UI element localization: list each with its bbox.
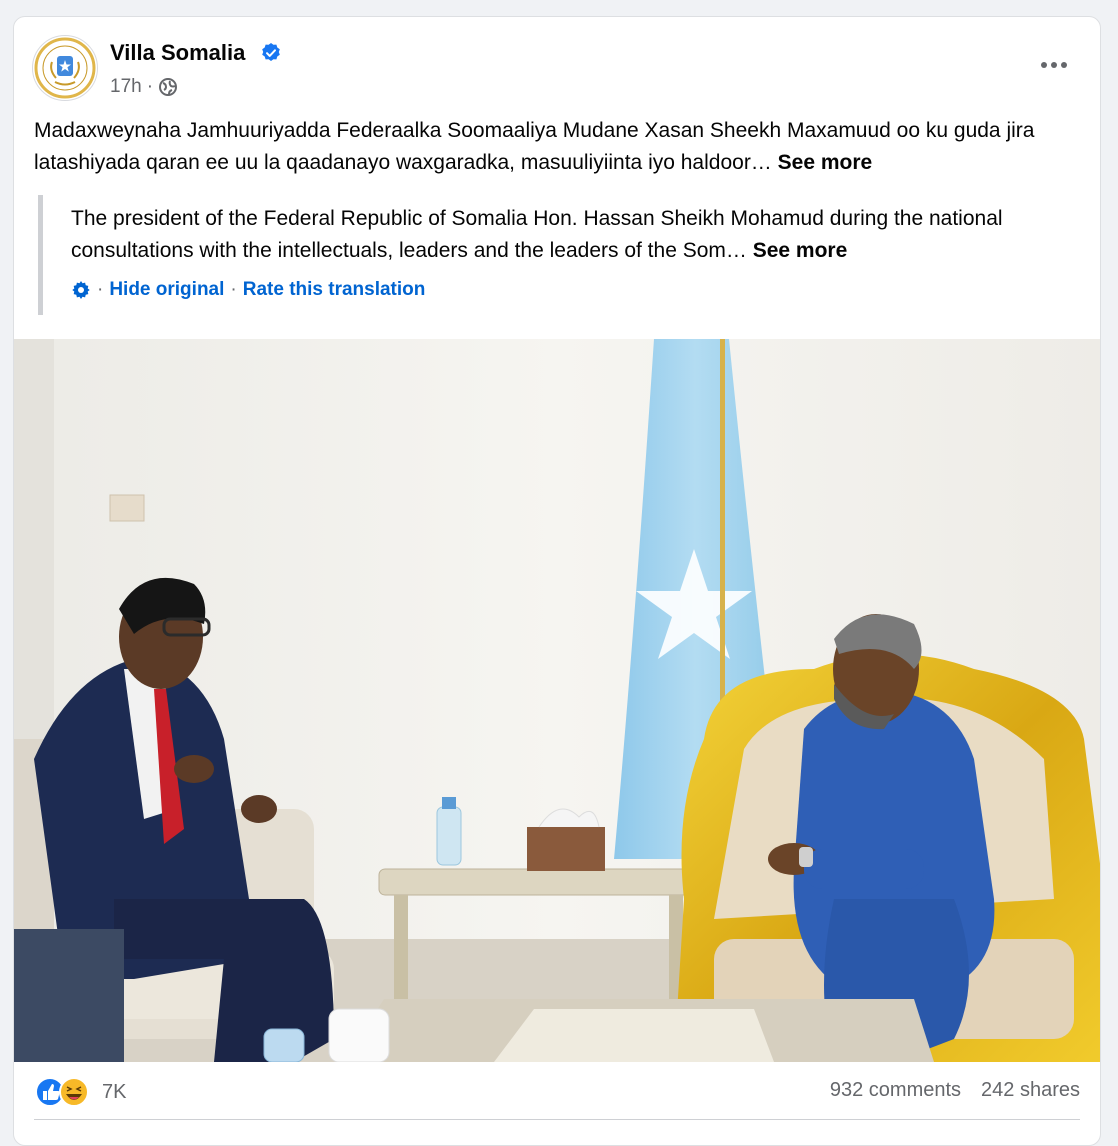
- translation-see-more-button[interactable]: See more: [753, 239, 848, 262]
- meta-separator: ·: [146, 76, 154, 97]
- post-stats: 932 comments 242 shares: [830, 1079, 1080, 1102]
- post-body: Madaxweynaha Jamhuuriyadda Federaalka So…: [34, 115, 1084, 179]
- ellipsis-icon: [1041, 62, 1067, 68]
- globe-icon: [159, 78, 178, 96]
- page-name[interactable]: Villa Somalia: [110, 40, 245, 66]
- translation-actions: · Hide original · Rate this translation: [71, 279, 1078, 301]
- reaction-count[interactable]: 7K: [102, 1081, 126, 1104]
- shares-count[interactable]: 242 shares: [981, 1079, 1080, 1102]
- page-avatar[interactable]: [32, 35, 98, 101]
- post-card: Villa Somalia 17h · Madaxweynaha Jamhuur…: [13, 16, 1101, 1146]
- post-header: Villa Somalia 17h ·: [14, 17, 1100, 107]
- separator-dot: ·: [97, 279, 104, 300]
- post-text: Madaxweynaha Jamhuuriyadda Federaalka So…: [34, 119, 1035, 174]
- rate-translation-link[interactable]: Rate this translation: [243, 279, 426, 301]
- comments-count[interactable]: 932 comments: [830, 1079, 961, 1102]
- verified-badge-icon: [261, 43, 281, 63]
- post-time[interactable]: 17h: [110, 76, 142, 98]
- meeting-photo: [14, 339, 1100, 1062]
- haha-icon: [59, 1077, 89, 1107]
- reactions-summary[interactable]: 7K: [34, 1076, 126, 1108]
- more-options-button[interactable]: [1034, 53, 1074, 77]
- separator-dot: ·: [230, 279, 237, 300]
- gear-icon[interactable]: [71, 280, 91, 300]
- reaction-icons: [35, 1077, 89, 1107]
- post-meta: 17h ·: [110, 76, 178, 98]
- post-photo[interactable]: [14, 339, 1100, 1062]
- translation-block: The president of the Federal Republic of…: [38, 195, 1078, 315]
- translation-text-wrap: The president of the Federal Republic of…: [71, 203, 1078, 267]
- villa-somalia-seal-icon: [34, 37, 96, 99]
- translation-text: The president of the Federal Republic of…: [71, 207, 1003, 262]
- hide-original-link[interactable]: Hide original: [109, 279, 224, 301]
- post-footer: 7K 932 comments 242 shares: [14, 1062, 1100, 1122]
- divider: [34, 1119, 1080, 1120]
- see-more-button[interactable]: See more: [778, 151, 873, 174]
